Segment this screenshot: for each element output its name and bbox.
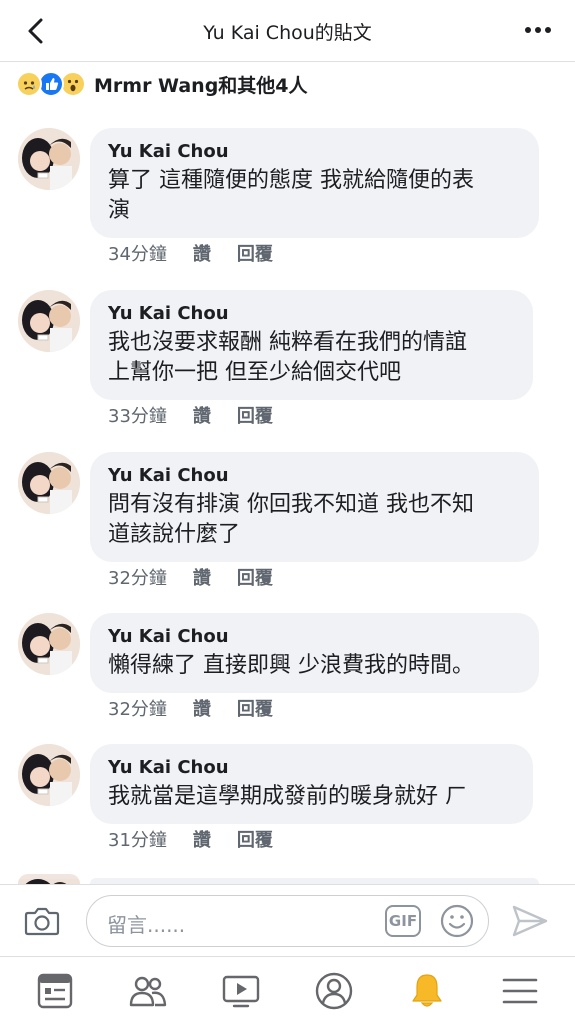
comment-meta: 32分鐘 讚 回覆 [108, 695, 299, 721]
comment-meta: 31分鐘 讚 回覆 [108, 826, 299, 852]
like-button[interactable]: 讚 [193, 240, 211, 266]
sad-reaction-icon [16, 71, 42, 97]
like-button[interactable]: 讚 [193, 564, 211, 590]
reactions-summary[interactable]: Mrmr Wang和其他4人 [16, 68, 308, 100]
comment-text-line: 上幫你一把 但至少給個交代吧 [108, 360, 401, 385]
comment-text: 我也沒要求報酬 純粹看在我們的情誼 上幫你一把 但至少給個交代吧 [108, 328, 513, 388]
avatar[interactable] [18, 128, 80, 190]
avatar[interactable] [18, 452, 80, 514]
comment-text-line: 問有沒有排演 你回我不知道 我也不知 [108, 492, 474, 517]
comment-timestamp: 34分鐘 [108, 244, 167, 265]
comment-text-line: 算了 這種隨便的態度 我就給隨便的表 [108, 168, 474, 193]
watch-icon[interactable] [217, 967, 265, 1015]
like-button[interactable]: 讚 [193, 402, 211, 428]
comment-timestamp: 31分鐘 [108, 830, 167, 851]
comment-text-line: 道該說什麼了 [108, 522, 241, 547]
comment-bubble[interactable]: Yu Kai Chou 問有沒有排演 你回我不知道 我也不知 道該說什麼了 [90, 452, 539, 562]
avatar[interactable] [18, 874, 80, 884]
comment-text: 算了 這種隨便的態度 我就給隨便的表 演 [108, 166, 519, 226]
comment-author[interactable]: Yu Kai Chou [108, 464, 519, 488]
page-title: Yu Kai Chou的貼文 [203, 22, 372, 44]
comment-meta: 33分鐘 讚 回覆 [108, 402, 299, 428]
profile-icon[interactable] [310, 967, 358, 1015]
comment-text-line: 我也沒要求報酬 純粹看在我們的情誼 [108, 330, 467, 355]
comment-input[interactable]: 留言...... GIF [86, 895, 489, 947]
reactions-summary-text: Mrmr Wang和其他4人 [94, 74, 308, 97]
comment-text: 我就當是這學期成發前的暖身就好 ㄏ [108, 782, 513, 812]
comment-author[interactable]: Yu Kai Chou [108, 625, 519, 649]
comment-text: 問有沒有排演 你回我不知道 我也不知 道該說什麼了 [108, 490, 519, 550]
comment-text-line: 懶得練了 直接即興 少浪費我的時間。 [108, 653, 474, 678]
comment-bubble[interactable]: Yu Kai Chou 我就當是這學期成發前的暖身就好 ㄏ [90, 744, 533, 824]
comment-text: 懶得練了 直接即興 少浪費我的時間。 [108, 651, 519, 681]
comment-timestamp: 33分鐘 [108, 406, 167, 427]
reply-button[interactable]: 回覆 [237, 240, 273, 266]
comment-text-line: 演 [108, 198, 131, 223]
bottom-nav [0, 956, 575, 1024]
emoji-icon[interactable] [439, 903, 475, 939]
more-horizontal-icon[interactable] [523, 20, 553, 40]
news-feed-icon[interactable] [31, 967, 79, 1015]
avatar[interactable] [18, 290, 80, 352]
comment-author[interactable]: Yu Kai Chou [108, 756, 513, 780]
reply-button[interactable]: 回覆 [237, 564, 273, 590]
comment-timestamp: 32分鐘 [108, 568, 167, 589]
send-icon[interactable] [510, 903, 550, 939]
comment-timestamp: 32分鐘 [108, 699, 167, 720]
groups-icon[interactable] [124, 967, 172, 1015]
gif-button[interactable]: GIF [385, 905, 421, 937]
notifications-bell-icon[interactable] [403, 967, 451, 1015]
comment-meta: 32分鐘 讚 回覆 [108, 564, 299, 590]
like-button[interactable]: 讚 [193, 826, 211, 852]
comment-bubble[interactable]: Yu Kai Chou 算了 這種隨便的態度 我就給隨便的表 演 [90, 128, 539, 238]
comment-bubble[interactable]: Yu Kai Chou 懶得練了 直接即興 少浪費我的時間。 [90, 613, 539, 693]
comment-input-placeholder: 留言...... [107, 913, 186, 937]
menu-icon[interactable] [496, 967, 544, 1015]
reply-button[interactable]: 回覆 [237, 826, 273, 852]
reply-button[interactable]: 回覆 [237, 695, 273, 721]
camera-icon[interactable] [24, 905, 60, 937]
comment-bubble[interactable]: Yu Kai Chou 我也沒要求報酬 純粹看在我們的情誼 上幫你一把 但至少給… [90, 290, 533, 400]
avatar[interactable] [18, 613, 80, 675]
comment-author[interactable]: Yu Kai Chou [108, 140, 519, 164]
avatar[interactable] [18, 744, 80, 806]
top-bar: Yu Kai Chou的貼文 [0, 0, 575, 62]
reply-button[interactable]: 回覆 [237, 402, 273, 428]
comment-composer: 留言...... GIF [0, 884, 575, 956]
comment-text-line: 我就當是這學期成發前的暖身就好 ㄏ [108, 784, 467, 809]
like-button[interactable]: 讚 [193, 695, 211, 721]
comment-author[interactable]: Yu Kai Chou [108, 302, 513, 326]
comment-meta: 34分鐘 讚 回覆 [108, 240, 299, 266]
